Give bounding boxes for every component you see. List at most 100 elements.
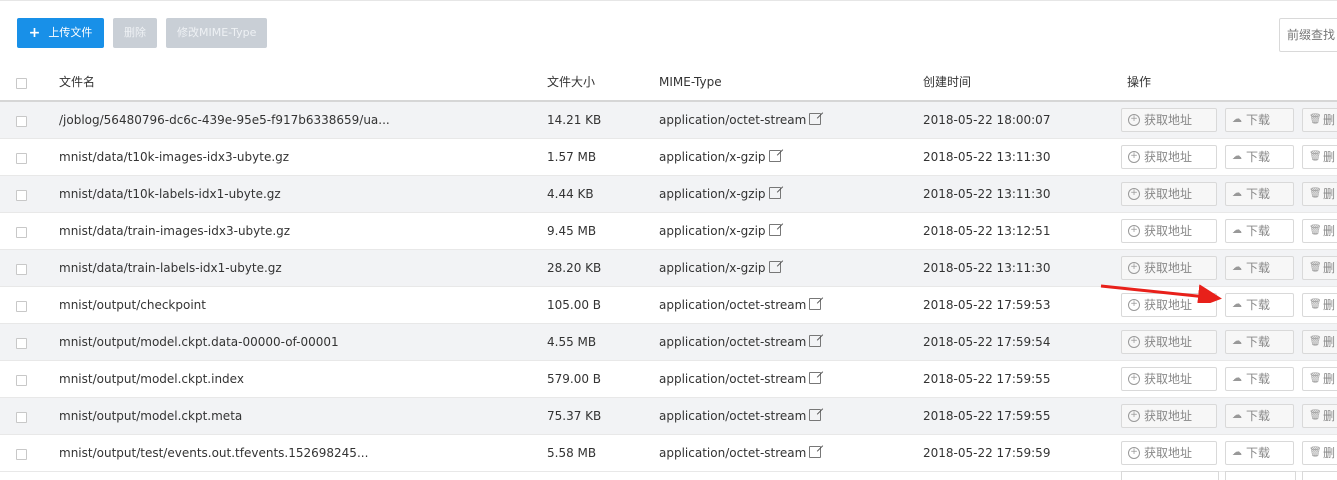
download-button[interactable]: ☁ 下载 [1225,108,1294,132]
delete-row-button[interactable]: 🗑 删 [1302,441,1337,465]
get-url-button[interactable]: + 获取地址 [1121,330,1217,354]
file-name[interactable]: mnist/output/model.ckpt.meta [59,398,242,434]
get-url-button[interactable]: + 获取地址 [1121,219,1217,243]
delete-row-button[interactable]: 🗑 删 [1302,219,1337,243]
download-button[interactable]: ☁ 下载 [1225,330,1294,354]
edit-icon[interactable] [768,187,781,199]
file-name[interactable]: mnist/data/train-images-idx3-ubyte.gz [59,213,290,249]
get-url-button[interactable]: + 获取地址 [1121,293,1217,317]
trash-icon: 🗑 [1309,410,1322,421]
download-label: 下载 [1246,446,1271,460]
row-checkbox[interactable] [16,412,27,423]
download-button[interactable]: ☁ 下载 [1225,219,1294,243]
select-all-checkbox[interactable] [16,78,27,89]
row-checkbox[interactable] [16,301,27,312]
mime-type-cell: application/x-gzip [659,250,781,286]
mime-type-cell: application/octet-stream [659,324,822,360]
file-name[interactable]: mnist/data/train-labels-idx1-ubyte.gz [59,250,282,286]
cloud-download-icon: ☁ [1232,225,1242,236]
cloud-download-icon: ☁ [1232,299,1242,310]
plus-circle-icon: + [1128,262,1140,274]
edit-icon[interactable] [768,150,781,162]
download-button[interactable]: ☁ 下载 [1225,441,1294,465]
download-button[interactable]: ☁ 下载 [1225,145,1294,169]
download-button[interactable]: ☁ 下载 [1225,404,1294,428]
file-name[interactable]: mnist/output/checkpoint [59,287,206,323]
plus-circle-icon: + [1128,151,1140,163]
row-checkbox[interactable] [16,116,27,127]
edit-icon[interactable] [809,409,822,421]
prefix-search-input[interactable] [1279,18,1337,52]
get-url-button[interactable]: + 获取地址 [1121,108,1217,132]
file-name[interactable]: mnist/output/model.ckpt.index [59,361,244,397]
delete-row-button[interactable]: 🗑 删 [1302,367,1337,391]
file-name[interactable]: /joblog/56480796-dc6c-439e-95e5-f917b633… [59,102,390,138]
edit-icon[interactable] [768,224,781,236]
get-url-button[interactable]: + 获取地址 [1121,367,1217,391]
delete-row-button[interactable]: 🗑 删 [1302,145,1337,169]
delete-button[interactable]: 删除 [113,18,157,48]
mime-type-value: application/x-gzip [659,224,766,238]
row-actions: + 获取地址 ☁ 下载 🗑 删 [1121,108,1337,132]
mime-type-value: application/x-gzip [659,261,766,275]
edit-icon[interactable] [768,261,781,273]
delete-row-button[interactable]: 🗑 删 [1302,182,1337,206]
created-time: 2018-05-22 17:59:53 [923,298,1051,312]
row-checkbox[interactable] [16,375,27,386]
download-button[interactable]: ☁ 下载 [1225,182,1294,206]
plus-circle-icon: + [1128,225,1140,237]
row-checkbox[interactable] [16,338,27,349]
delete-row-button[interactable]: 🗑 删 [1302,293,1337,317]
created-time: 2018-05-22 13:11:30 [923,187,1051,201]
edit-icon[interactable] [809,372,822,384]
row-actions: + 获取地址 ☁ 下载 🗑 删 [1121,182,1337,206]
cloud-download-icon: ☁ [1232,373,1242,384]
mime-type-cell: application/x-gzip [659,213,781,249]
delete-row-label: 删 [1323,224,1336,238]
get-url-button[interactable]: + 获取地址 [1121,441,1217,465]
row-checkbox[interactable] [16,190,27,201]
get-url-button[interactable]: + 获取地址 [1121,404,1217,428]
file-name[interactable]: mnist/output/model.ckpt.data-00000-of-00… [59,324,339,360]
edit-icon[interactable] [809,298,822,310]
get-url-button[interactable]: + 获取地址 [1121,256,1217,280]
get-url-label: 获取地址 [1144,372,1193,386]
partial-next-row [0,467,1337,480]
mime-type-cell: application/x-gzip [659,139,781,175]
get-url-button[interactable]: + 获取地址 [1121,145,1217,169]
row-actions: + 获取地址 ☁ 下载 🗑 删 [1121,293,1337,317]
column-header-filename[interactable]: 文件名 [59,64,95,100]
get-url-button[interactable]: + 获取地址 [1121,182,1217,206]
column-header-filesize[interactable]: 文件大小 [547,64,595,100]
file-name[interactable]: mnist/data/t10k-images-idx3-ubyte.gz [59,139,289,175]
row-checkbox[interactable] [16,264,27,275]
file-size: 75.37 KB [547,409,602,423]
file-table: 文件名 文件大小 MIME-Type 创建时间 操作 /joblog/56480… [0,64,1337,472]
edit-icon[interactable] [809,446,822,458]
upload-file-button[interactable]: + 上传文件 [17,18,104,48]
column-header-mime-type[interactable]: MIME-Type [659,64,722,100]
file-name[interactable]: mnist/data/t10k-labels-idx1-ubyte.gz [59,176,281,212]
download-button[interactable]: ☁ 下载 [1225,367,1294,391]
modify-mime-type-button[interactable]: 修改MIME-Type [166,18,268,48]
table-row: mnist/data/train-images-idx3-ubyte.gz 9.4… [0,213,1337,250]
mime-type-value: application/octet-stream [659,446,807,460]
row-checkbox[interactable] [16,227,27,238]
row-checkbox[interactable] [16,449,27,460]
row-checkbox[interactable] [16,153,27,164]
delete-row-button[interactable]: 🗑 删 [1302,256,1337,280]
delete-row-label: 删 [1323,261,1336,275]
delete-row-button[interactable]: 🗑 删 [1302,330,1337,354]
get-url-label: 获取地址 [1144,113,1193,127]
delete-row-button[interactable]: 🗑 删 [1302,108,1337,132]
file-name[interactable]: mnist/output/test/events.out.tfevents.15… [59,435,368,471]
file-size: 105.00 B [547,298,602,312]
delete-row-button[interactable]: 🗑 删 [1302,404,1337,428]
column-header-created-time[interactable]: 创建时间 [923,64,971,100]
edit-icon[interactable] [809,113,822,125]
edit-icon[interactable] [809,335,822,347]
download-button[interactable]: ☁ 下载 [1225,256,1294,280]
table-row: mnist/data/t10k-labels-idx1-ubyte.gz 4.44… [0,176,1337,213]
file-size: 28.20 KB [547,261,602,275]
download-button[interactable]: ☁ 下载 [1225,293,1294,317]
